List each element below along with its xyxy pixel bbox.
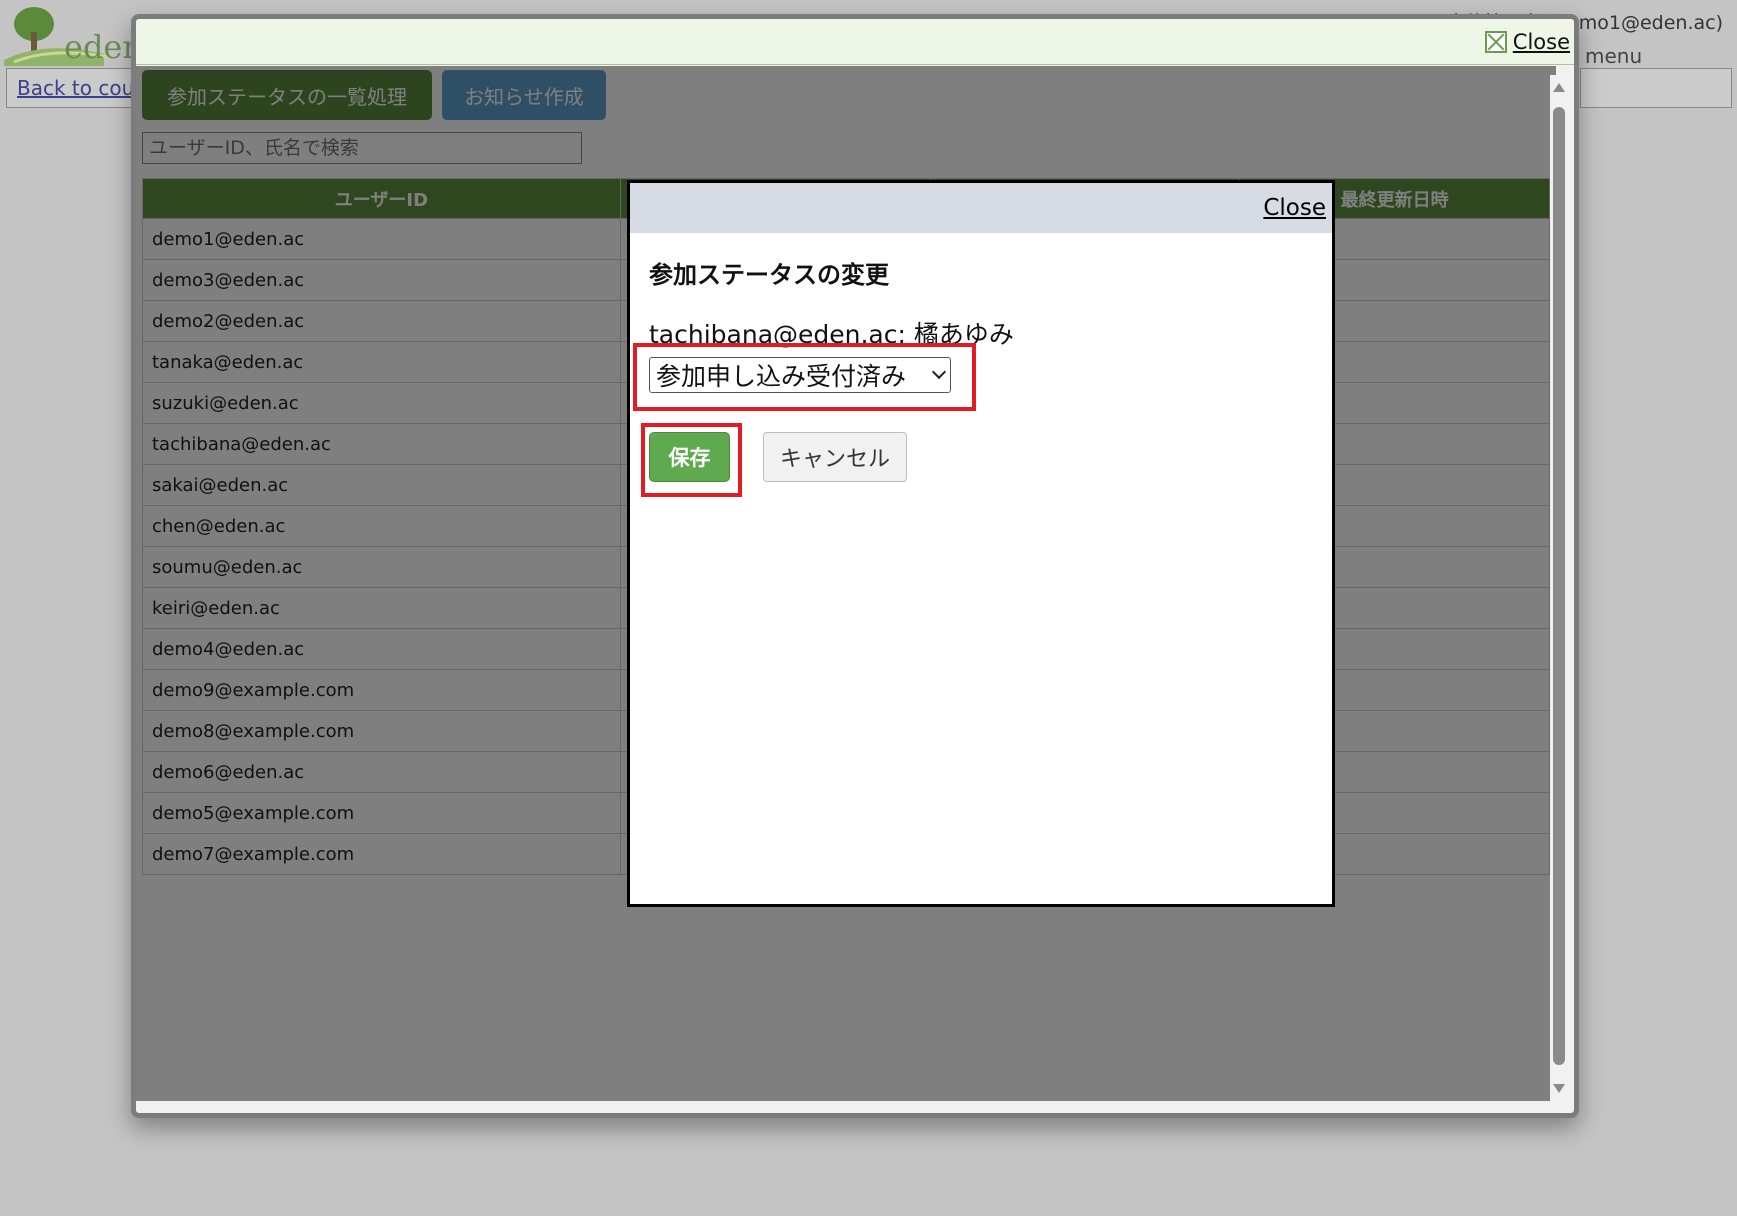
chevron-down-icon [931,364,947,380]
dialog-heading: 参加ステータスの変更 [649,261,889,289]
scroll-up-arrow-icon[interactable] [1553,83,1565,92]
cancel-button[interactable]: キャンセル [763,432,907,482]
modal-titlebar: Close [136,19,1574,65]
scroll-down-arrow-icon[interactable] [1553,1084,1565,1093]
status-select-value: 参加申し込み受付済み [656,362,907,391]
close-icon[interactable] [1484,31,1507,53]
scroll-thumb[interactable] [1553,107,1565,1065]
modal-scrollbar[interactable] [1550,75,1568,1101]
status-change-dialog: Close 参加ステータスの変更 tachibana@eden.ac: 橘あゆみ… [627,180,1335,907]
dialog-close-button[interactable]: Close [1263,195,1326,221]
menu-link[interactable]: menu [1585,44,1642,68]
right-nav-box [1580,68,1732,108]
participants-modal: Close 参加ステータスの一覧処理 お知らせ作成 ユーザーID 最終更新日時 … [131,14,1579,1118]
modal-close-button[interactable]: Close [1484,30,1570,54]
modal-content: 参加ステータスの一覧処理 お知らせ作成 ユーザーID 最終更新日時 demo1@… [136,66,1556,1101]
save-button[interactable]: 保存 [649,432,730,482]
dialog-titlebar: Close [630,183,1332,233]
modal-close-label[interactable]: Close [1513,30,1570,54]
status-select[interactable]: 参加申し込み受付済み [649,357,951,393]
